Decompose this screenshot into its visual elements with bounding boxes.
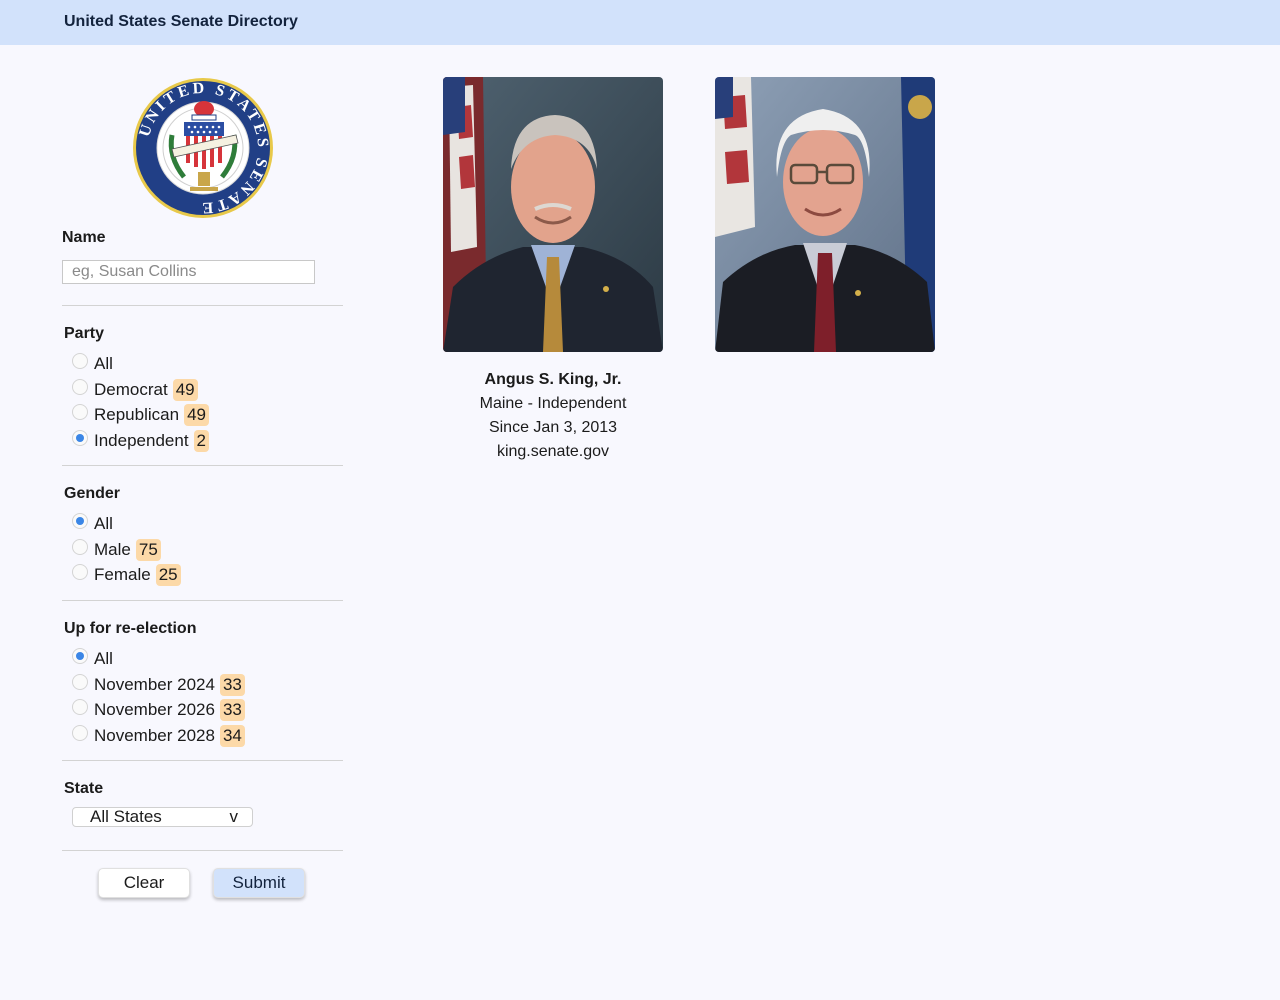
gender-option-label: All [94,514,113,533]
count-badge: 25 [155,564,181,586]
senator-card[interactable]: Angus S. King, Jr. Maine - Independent S… [443,77,663,464]
radio-button[interactable] [72,429,88,446]
submit-button[interactable]: Submit [213,868,305,898]
reelection-filter-label: Up for re-election [64,620,197,637]
divider [62,465,343,466]
radio-button[interactable] [72,699,88,715]
state-select[interactable]: All States v [72,807,253,827]
divider [62,760,343,761]
senator-portrait-photo [443,77,663,352]
name-search-input[interactable] [62,260,315,284]
chevron-down-icon: v [229,807,239,826]
radio-button[interactable] [72,404,88,420]
state-filter-label: State [64,780,104,797]
count-badge: 49 [172,378,198,401]
state-select-value: All States [90,807,162,826]
senator-website: king.senate.gov [496,443,610,460]
gender-option[interactable]: All [72,512,113,536]
gender-option-label: Female [94,565,151,584]
count-badge: 33 [219,699,245,721]
reelection-option-label: November 2026 [94,700,215,719]
divider [62,305,343,306]
reelection-option-label: November 2028 [94,725,215,745]
radio-button[interactable] [72,564,88,580]
radio-button[interactable] [72,378,88,395]
count-badge: 34 [219,724,245,747]
gender-filter-label: Gender [64,485,121,502]
count-badge: 33 [219,673,245,696]
radio-button[interactable] [72,724,88,741]
count-badge: 75 [135,538,161,561]
party-option-label: Democrat [94,379,168,399]
radio-button[interactable] [72,673,88,690]
gender-option[interactable]: Male 75 [72,538,161,562]
party-option[interactable]: All [72,352,113,376]
party-option[interactable]: Republican 49 [72,403,209,427]
radio-button[interactable] [72,513,88,529]
reelection-option[interactable]: November 2026 33 [72,698,245,722]
count-badge: 2 [193,429,210,452]
gender-option-label: Male [94,539,131,559]
party-filter-label: Party [64,325,105,342]
divider [62,600,343,601]
reelection-option[interactable]: November 2024 33 [72,673,245,697]
gender-option[interactable]: Female 25 [72,563,181,587]
reelection-option[interactable]: All [72,647,113,671]
reelection-option[interactable]: November 2028 34 [72,724,245,748]
senator-name: Angus S. King, Jr. [484,371,622,388]
count-badge: 49 [184,404,209,426]
party-option-label: Independent [94,430,189,450]
app-header: United States Senate Directory [0,0,1280,45]
party-option-label: All [94,354,113,373]
divider [62,850,343,851]
senate-seal-icon: UNITED STATES SENATE [133,78,273,218]
name-filter-label: Name [62,229,106,246]
senator-state-party: Maine - Independent [479,395,627,412]
radio-button[interactable] [72,648,88,664]
party-option[interactable]: Democrat 49 [72,378,198,402]
party-option-label: Republican [94,405,180,424]
reelection-option-label: November 2024 [94,674,215,694]
reelection-option-label: All [94,649,113,668]
senator-portrait-photo [715,77,935,352]
radio-button[interactable] [72,538,88,555]
senator-card[interactable] [715,77,935,352]
app-title: United States Senate Directory [64,13,298,30]
party-option[interactable]: Independent 2 [72,429,210,453]
senator-info: Angus S. King, Jr. Maine - Independent S… [443,368,663,464]
senator-since: Since Jan 3, 2013 [488,419,618,436]
clear-button[interactable]: Clear [98,868,190,898]
radio-button[interactable] [72,353,88,369]
